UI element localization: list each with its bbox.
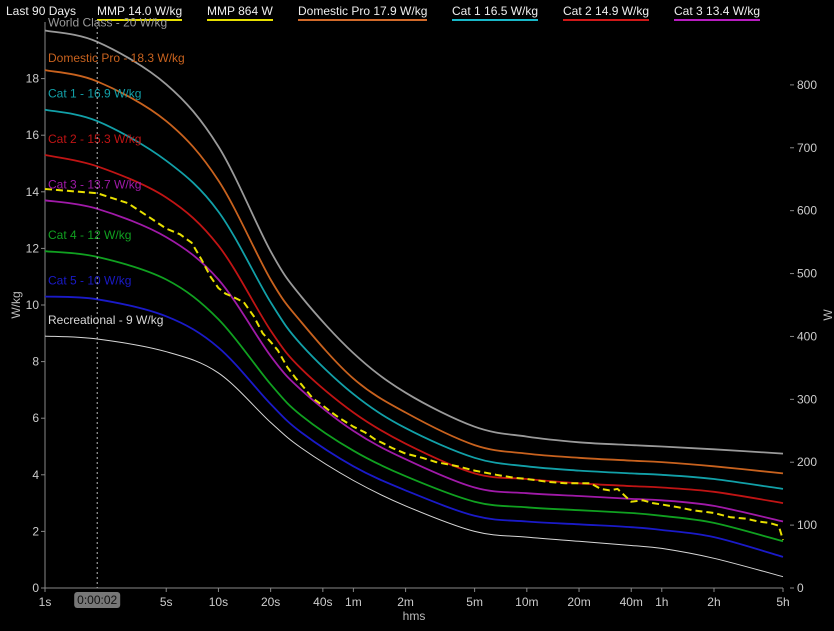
mmp-curve bbox=[44, 188, 784, 541]
reference-curve bbox=[44, 29, 784, 455]
x-tick-label: 40m bbox=[620, 595, 643, 609]
x-tick-label: 20m bbox=[567, 595, 590, 609]
y-tick-label: 14 bbox=[26, 185, 40, 199]
x-tick-label: 2m bbox=[397, 595, 414, 609]
x-axis-label: hms bbox=[403, 609, 426, 623]
y-tick-label: 16 bbox=[26, 128, 40, 142]
x-tick-label: 5h bbox=[776, 595, 789, 609]
y-tick-label: 4 bbox=[32, 468, 39, 482]
y-tick-label: 12 bbox=[26, 241, 40, 255]
x-tick-label: 40s bbox=[313, 595, 332, 609]
reference-curve-label: Cat 1 - 16.9 W/kg bbox=[48, 87, 141, 101]
y2-tick-label: 800 bbox=[797, 78, 817, 92]
reference-curve-label: World Class - 20 W/kg bbox=[48, 15, 167, 29]
y2-tick-label: 300 bbox=[797, 392, 817, 406]
x-tick-label: 10m bbox=[515, 595, 538, 609]
y-axis-label: W/kg bbox=[9, 291, 23, 318]
reference-curve bbox=[44, 250, 784, 543]
reference-curve-label: Cat 2 - 15.3 W/kg bbox=[48, 132, 141, 146]
y-tick-label: 6 bbox=[32, 411, 39, 425]
y2-tick-label: 0 bbox=[797, 581, 804, 595]
y-tick-label: 0 bbox=[32, 581, 39, 595]
reference-curves: World Class - 20 W/kg Domestic Pro - 18.3… bbox=[44, 15, 784, 578]
y2-tick-label: 400 bbox=[797, 329, 817, 343]
x-tick-label: 20s bbox=[261, 595, 280, 609]
reference-curve-label: Domestic Pro - 18.3 W/kg bbox=[48, 51, 185, 65]
cursor-time-label: 0:00:02 bbox=[77, 593, 117, 607]
y2-tick-label: 700 bbox=[797, 141, 817, 155]
x-tick-label: 1h bbox=[655, 595, 668, 609]
plot-area[interactable]: 0 2 4 6 8 10 12 14 16 18 W/kg 0 100 200 300 400 500 600 70… bbox=[0, 0, 834, 631]
y-tick-label: 10 bbox=[26, 298, 40, 312]
x-tick-label: 2h bbox=[707, 595, 720, 609]
reference-curve bbox=[44, 199, 784, 523]
x-tick-label: 10s bbox=[209, 595, 228, 609]
y-tick-label: 2 bbox=[32, 524, 39, 538]
reference-curve-label: Cat 4 - 12 W/kg bbox=[48, 228, 131, 242]
x-tick-label: 1s bbox=[39, 595, 52, 609]
power-duration-chart: Last 90 Days MMP 14.0 W/kg MMP 864 W Dom… bbox=[0, 0, 834, 631]
y2-tick-label: 200 bbox=[797, 455, 817, 469]
y-tick-label: 18 bbox=[26, 72, 40, 86]
reference-curve-label: Cat 5 - 10 W/kg bbox=[48, 274, 131, 288]
reference-curve bbox=[44, 69, 784, 475]
reference-curve-label: Cat 3 - 13.7 W/kg bbox=[48, 177, 141, 191]
reference-curve bbox=[44, 154, 784, 504]
y2-axis-label: W bbox=[821, 309, 834, 321]
reference-curve bbox=[44, 108, 784, 490]
y2-tick-label: 600 bbox=[797, 204, 817, 218]
x-tick-label: 1m bbox=[345, 595, 362, 609]
y-tick-label: 8 bbox=[32, 355, 39, 369]
y2-tick-label: 500 bbox=[797, 267, 817, 281]
mmp-line bbox=[44, 188, 784, 541]
reference-curve-label: Recreational - 9 W/kg bbox=[48, 313, 163, 327]
x-tick-label: 5m bbox=[466, 595, 483, 609]
y2-tick-label: 100 bbox=[797, 518, 817, 532]
x-tick-label: 5s bbox=[160, 595, 173, 609]
